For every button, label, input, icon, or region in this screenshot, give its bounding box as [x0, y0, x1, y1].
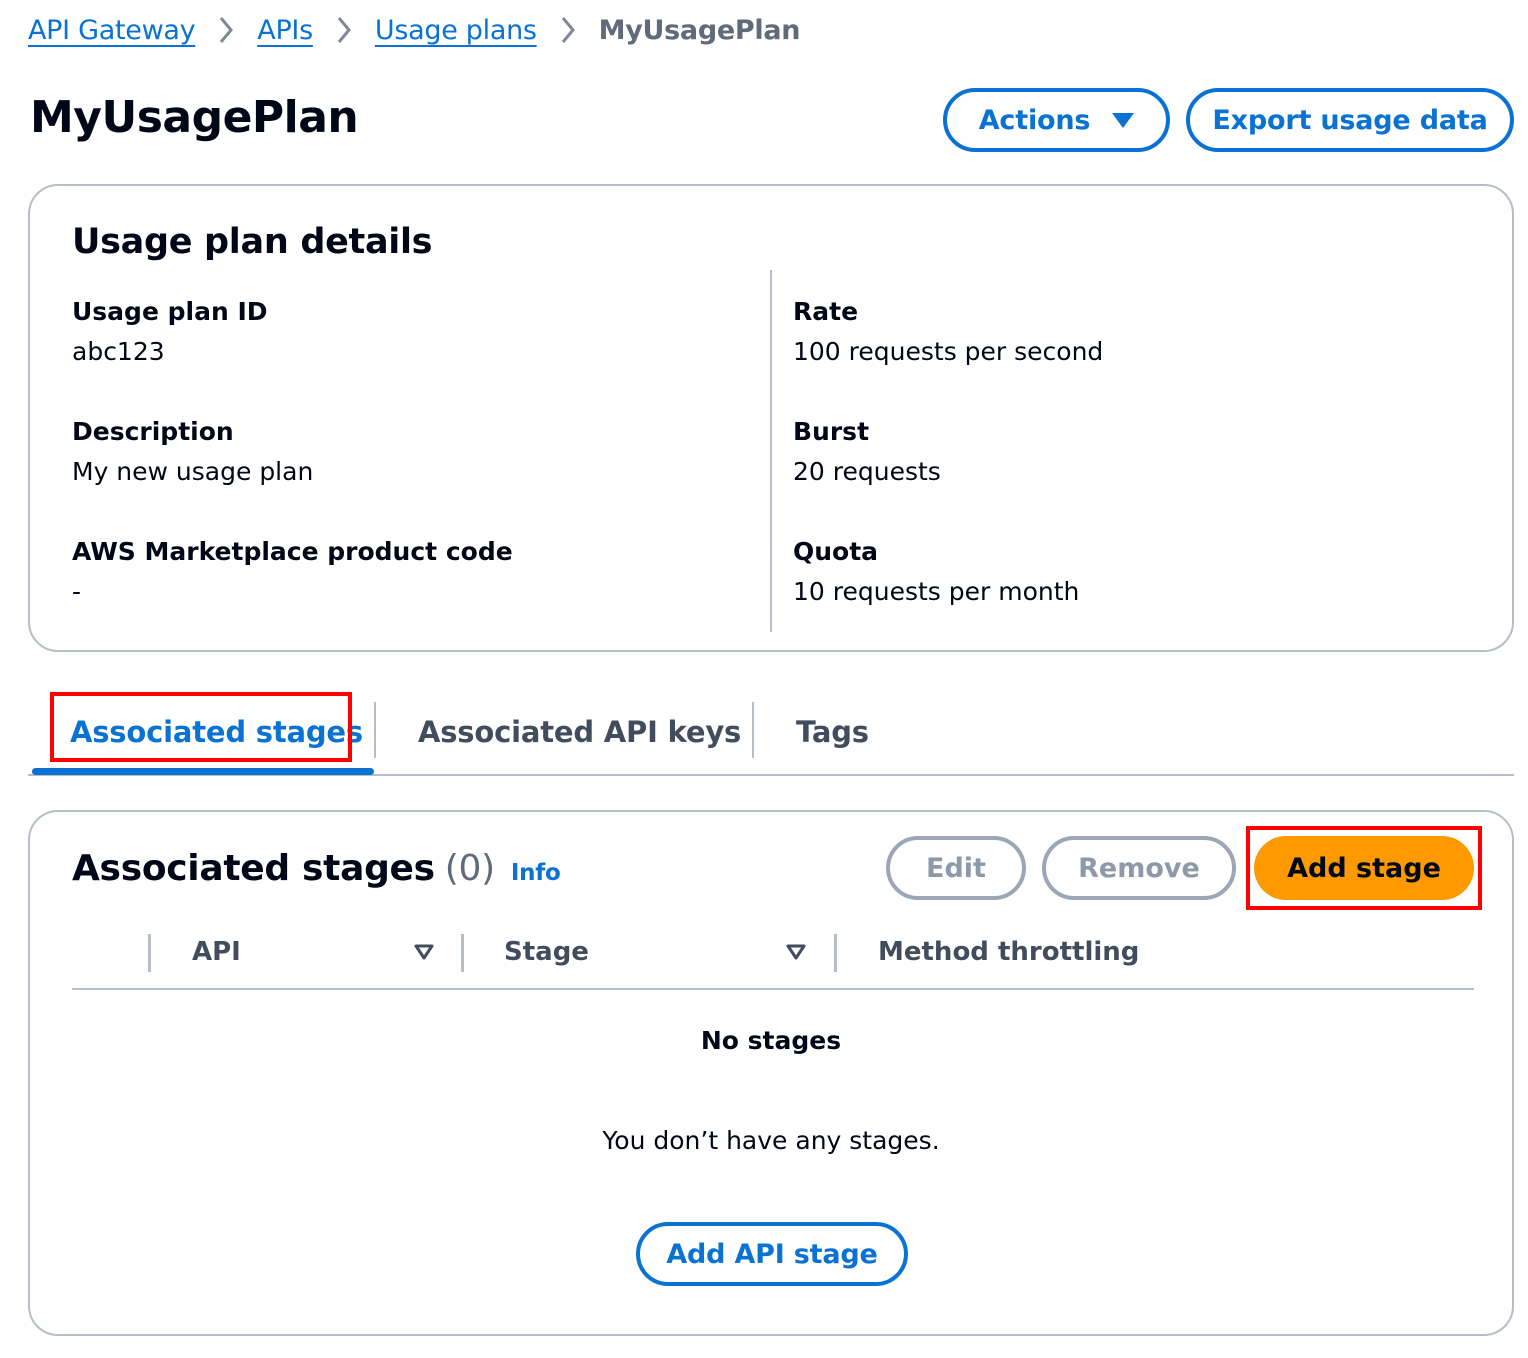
tab-divider — [374, 702, 376, 758]
add-api-stage-label: Add API stage — [666, 1238, 878, 1270]
page-title: MyUsagePlan — [30, 92, 359, 143]
add-stage-button[interactable]: Add stage — [1254, 836, 1474, 900]
tab-tags[interactable]: Tags — [796, 694, 869, 770]
usage-plan-details-card: Usage plan details Usage plan ID abc123 … — [28, 184, 1514, 652]
field-usage-plan-id: Usage plan ID abc123 — [72, 292, 268, 372]
export-usage-data-button[interactable]: Export usage data — [1186, 88, 1514, 152]
field-label: Rate — [793, 297, 859, 326]
breadcrumb-usage-plans[interactable]: Usage plans — [375, 15, 537, 46]
field-label: Usage plan ID — [72, 297, 268, 326]
chevron-right-icon — [195, 15, 257, 45]
add-api-stage-button[interactable]: Add API stage — [636, 1222, 908, 1286]
details-title: Usage plan details — [72, 222, 433, 262]
field-value: abc123 — [72, 337, 165, 366]
add-stage-label: Add stage — [1287, 852, 1441, 884]
column-divider — [834, 934, 837, 972]
info-link[interactable]: Info — [511, 860, 561, 886]
export-label: Export usage data — [1212, 104, 1488, 136]
column-divider — [770, 270, 772, 632]
empty-state-title: No stages — [700, 1026, 842, 1055]
field-marketplace-product-code: AWS Marketplace product code - — [72, 532, 513, 612]
column-header-api[interactable]: API — [192, 932, 241, 972]
field-label: Burst — [793, 417, 870, 446]
empty-state-description: You don’t have any stages. — [602, 1126, 940, 1155]
column-divider — [148, 934, 151, 972]
edit-button[interactable]: Edit — [886, 836, 1026, 900]
tab-associated-api-keys[interactable]: Associated API keys — [418, 694, 741, 770]
field-value: - — [72, 577, 82, 606]
sort-icon[interactable] — [414, 944, 434, 960]
active-tab-indicator — [32, 768, 374, 775]
field-description: Description My new usage plan — [72, 412, 313, 492]
remove-button[interactable]: Remove — [1042, 836, 1236, 900]
sort-icon[interactable] — [786, 944, 806, 960]
stages-count: (0) — [444, 848, 495, 889]
breadcrumb-api-gateway[interactable]: API Gateway — [28, 15, 196, 46]
caret-down-icon — [1112, 112, 1135, 128]
column-divider — [461, 934, 464, 972]
stages-title: Associated stages (0) Info — [72, 848, 561, 889]
stages-title-text: Associated stages — [72, 848, 435, 889]
chevron-right-icon — [313, 15, 375, 45]
field-rate: Rate 100 requests per second — [793, 292, 1103, 372]
field-burst: Burst 20 requests — [793, 412, 941, 492]
breadcrumb-apis[interactable]: APIs — [257, 15, 313, 46]
tab-list: Associated stages Associated API keys Ta… — [28, 694, 1514, 778]
actions-dropdown-button[interactable]: Actions — [943, 88, 1170, 152]
remove-label: Remove — [1078, 852, 1200, 884]
tab-divider — [752, 702, 754, 758]
field-value: My new usage plan — [72, 457, 314, 486]
field-label: Quota — [793, 537, 879, 566]
column-header-method-throttling: Method throttling — [878, 937, 1140, 967]
chevron-right-icon — [537, 15, 599, 45]
breadcrumb-current: MyUsagePlan — [598, 14, 801, 46]
table-header-divider — [72, 988, 1474, 990]
actions-label: Actions — [978, 104, 1091, 136]
table-header: API Stage Method throttling — [72, 924, 1474, 990]
associated-stages-card: Associated stages (0) Info Edit Remove A… — [28, 810, 1514, 1336]
edit-label: Edit — [926, 852, 986, 884]
field-value: 100 requests per second — [793, 337, 1104, 366]
field-value: 20 requests — [793, 457, 941, 486]
field-label: Description — [72, 417, 234, 446]
breadcrumb: API Gateway APIs Usage plans MyUsagePlan — [28, 10, 800, 50]
field-label: AWS Marketplace product code — [72, 537, 513, 566]
field-quota: Quota 10 requests per month — [793, 532, 1079, 612]
field-value: 10 requests per month — [793, 577, 1080, 606]
tab-associated-stages[interactable]: Associated stages — [70, 694, 363, 770]
column-header-stage[interactable]: Stage — [504, 932, 589, 972]
